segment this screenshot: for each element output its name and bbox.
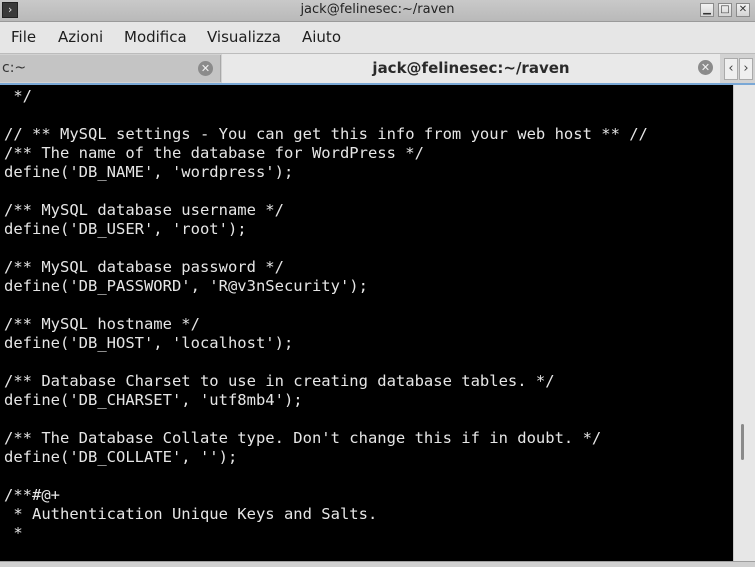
title-bar[interactable]: › jack@felinesec:~/raven ▁ □ ✕ <box>0 0 755 22</box>
tab-label: c:~ <box>2 60 27 76</box>
terminal-line: define('DB_USER', 'root'); <box>4 220 247 238</box>
menu-modifica[interactable]: Modifica <box>124 28 187 46</box>
close-icon: ✕ <box>738 4 748 15</box>
menu-azioni[interactable]: Azioni <box>58 28 103 46</box>
terminal-line: define('DB_PASSWORD', 'R@v3nSecurity'); <box>4 277 368 295</box>
menu-bar: File Azioni Modifica Visualizza Aiuto <box>0 22 755 53</box>
scrollbar-thumb[interactable] <box>741 424 744 460</box>
terminal-line: define('DB_HOST', 'localhost'); <box>4 334 294 352</box>
maximize-icon: □ <box>720 4 730 15</box>
terminal-line: /** MySQL hostname */ <box>4 315 200 333</box>
tab-scroll-left-button[interactable]: ‹ <box>724 58 738 80</box>
terminal-line: define('DB_COLLATE', ''); <box>4 448 238 466</box>
tab-scroll-right-button[interactable]: › <box>739 58 753 80</box>
tab-bar: c:~ ✕ jack@felinesec:~/raven ✕ ‹ › <box>0 53 755 84</box>
terminal-line: */ <box>4 87 32 105</box>
menu-file[interactable]: File <box>11 28 36 46</box>
terminal-line: define('DB_CHARSET', 'utf8mb4'); <box>4 391 303 409</box>
tab-close-icon[interactable]: ✕ <box>198 61 213 76</box>
vertical-scrollbar[interactable] <box>733 85 755 563</box>
close-button[interactable]: ✕ <box>736 3 750 17</box>
tab-home[interactable]: c:~ ✕ <box>0 55 221 82</box>
menu-aiuto[interactable]: Aiuto <box>302 28 341 46</box>
terminal-view[interactable]: */ // ** MySQL settings - You can get thi… <box>0 83 755 563</box>
terminal-line: * <box>4 524 23 542</box>
terminal-window: › jack@felinesec:~/raven ▁ □ ✕ File Azio… <box>0 0 755 567</box>
window-title: jack@felinesec:~/raven <box>300 2 455 17</box>
terminal-line: /** The Database Collate type. Don't cha… <box>4 429 602 447</box>
minimize-button[interactable]: ▁ <box>700 3 714 17</box>
terminal-line: * Authentication Unique Keys and Salts. <box>4 505 378 523</box>
terminal-line: /**#@+ <box>4 486 60 504</box>
terminal-line: /** Database Charset to use in creating … <box>4 372 555 390</box>
tab-label: jack@felinesec:~/raven <box>372 59 570 77</box>
tab-close-icon[interactable]: ✕ <box>698 60 713 75</box>
chevron-left-icon: ‹ <box>728 61 734 76</box>
window-bottom-edge <box>0 561 755 567</box>
terminal-line: /** MySQL database password */ <box>4 258 284 276</box>
maximize-button[interactable]: □ <box>718 3 732 17</box>
minimize-icon: ▁ <box>703 4 711 15</box>
menu-visualizza[interactable]: Visualizza <box>207 28 281 46</box>
terminal-line: // ** MySQL settings - You can get this … <box>4 125 648 143</box>
terminal-line: /** The name of the database for WordPre… <box>4 144 424 162</box>
terminal-line: define('DB_NAME', 'wordpress'); <box>4 163 294 181</box>
terminal-line: /** MySQL database username */ <box>4 201 284 219</box>
terminal-output[interactable]: */ // ** MySQL settings - You can get thi… <box>0 87 732 561</box>
tab-raven[interactable]: jack@felinesec:~/raven ✕ <box>222 54 720 84</box>
chevron-right-icon: › <box>743 61 749 76</box>
